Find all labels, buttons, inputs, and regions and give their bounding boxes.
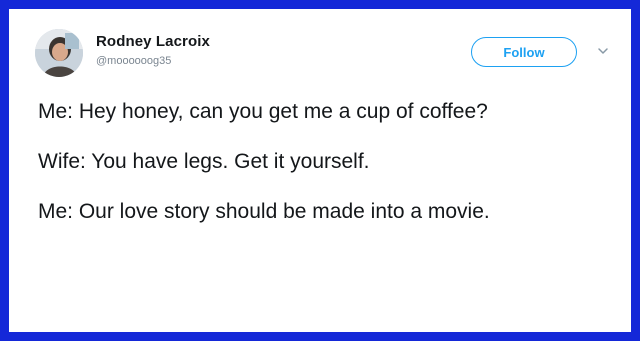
tweet-paragraph: Me: Our love story should be made into a… [38,200,490,223]
chevron-down-icon[interactable] [595,43,611,59]
follow-button[interactable]: Follow [471,37,577,67]
chevron-down-icon-glyph [598,48,608,54]
avatar-image [35,29,83,77]
author-display-name[interactable]: Rodney Lacroix [96,33,210,50]
avatar[interactable] [35,29,83,77]
tweet-paragraph: Me: Hey honey, can you get me a cup of c… [38,100,488,123]
tweet-paragraph: Wife: You have legs. Get it yourself. [38,150,370,173]
tweet-text: Me: Hey honey, can you get me a cup of c… [38,99,608,249]
follow-button-label: Follow [503,44,545,60]
author-handle[interactable]: @moooooog35 [96,55,171,67]
tweet-card: Rodney Lacroix @moooooog35 Follow Me: He… [9,9,631,332]
